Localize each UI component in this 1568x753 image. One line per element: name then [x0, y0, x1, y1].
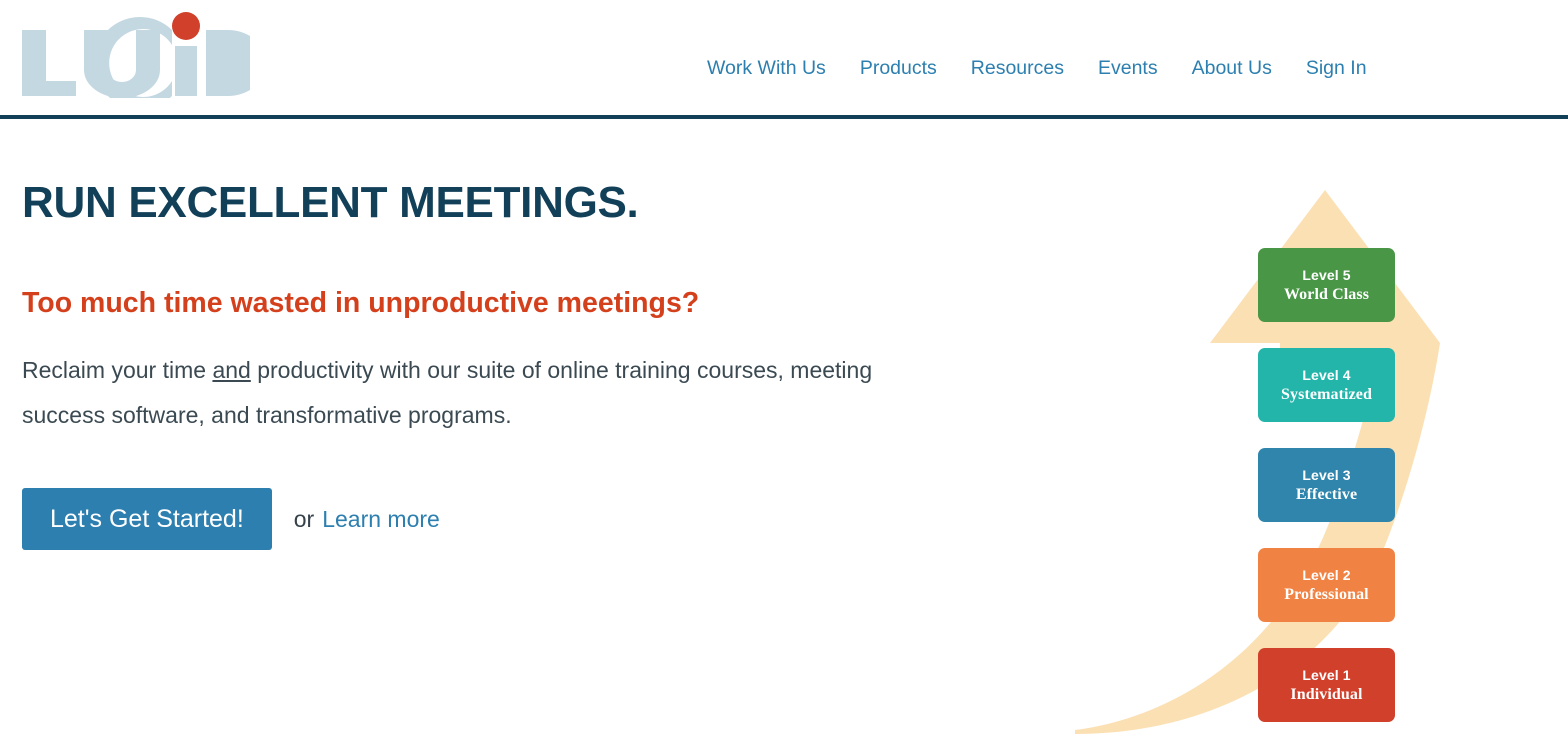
- hero-body-text: Reclaim your time and productivity with …: [22, 320, 952, 438]
- level-2-professional[interactable]: Level 2 Professional: [1258, 548, 1395, 622]
- nav-events[interactable]: Events: [1081, 56, 1175, 80]
- nav-work-with-us[interactable]: Work With Us: [690, 56, 843, 80]
- level-3-label: Effective: [1295, 485, 1358, 503]
- lucid-logo[interactable]: [20, 8, 250, 98]
- level-5-world-class[interactable]: Level 5 World Class: [1258, 248, 1395, 322]
- level-5-number: Level 5: [1302, 266, 1351, 283]
- level-box-list: Level 5 World Class Level 4 Systematized…: [1048, 118, 1468, 753]
- nav-about-us[interactable]: About Us: [1175, 56, 1289, 80]
- level-3-effective[interactable]: Level 3 Effective: [1258, 448, 1395, 522]
- main-navigation: Work With Us Products Resources Events A…: [690, 56, 1384, 80]
- cta-or-label: or: [293, 506, 315, 532]
- level-2-label: Professional: [1284, 585, 1369, 603]
- level-4-number: Level 4: [1302, 366, 1351, 383]
- hero-body-emphasis: and: [212, 357, 251, 383]
- nav-resources[interactable]: Resources: [954, 56, 1081, 80]
- level-1-label: Individual: [1290, 685, 1363, 703]
- maturity-levels-graphic: Level 5 World Class Level 4 Systematized…: [1048, 118, 1468, 753]
- level-2-number: Level 2: [1302, 566, 1351, 583]
- hero-copy: RUN EXCELLENT MEETINGS. Too much time wa…: [22, 176, 982, 550]
- hero-subheadline: Too much time wasted in unproductive mee…: [22, 287, 700, 319]
- level-5-label: World Class: [1283, 285, 1370, 303]
- logo-dot-icon: [172, 12, 200, 40]
- site-header: Work With Us Products Resources Events A…: [0, 0, 1568, 119]
- nav-products[interactable]: Products: [843, 56, 954, 80]
- level-3-number: Level 3: [1302, 466, 1351, 483]
- get-started-button[interactable]: Let's Get Started!: [22, 488, 272, 550]
- level-4-label: Systematized: [1281, 385, 1372, 403]
- nav-sign-in[interactable]: Sign In: [1289, 56, 1384, 80]
- hero-section: RUN EXCELLENT MEETINGS. Too much time wa…: [0, 118, 1568, 753]
- hero-body-part1: Reclaim your time: [22, 357, 213, 383]
- level-1-number: Level 1: [1302, 666, 1351, 683]
- level-4-systematized[interactable]: Level 4 Systematized: [1258, 348, 1395, 422]
- lucid-logo-icon: [22, 12, 250, 98]
- level-1-individual[interactable]: Level 1 Individual: [1258, 648, 1395, 722]
- learn-more-link[interactable]: Learn more: [322, 505, 440, 533]
- cta-row: Let's Get Started! or Learn more: [22, 438, 982, 550]
- page-title: RUN EXCELLENT MEETINGS.: [22, 178, 639, 227]
